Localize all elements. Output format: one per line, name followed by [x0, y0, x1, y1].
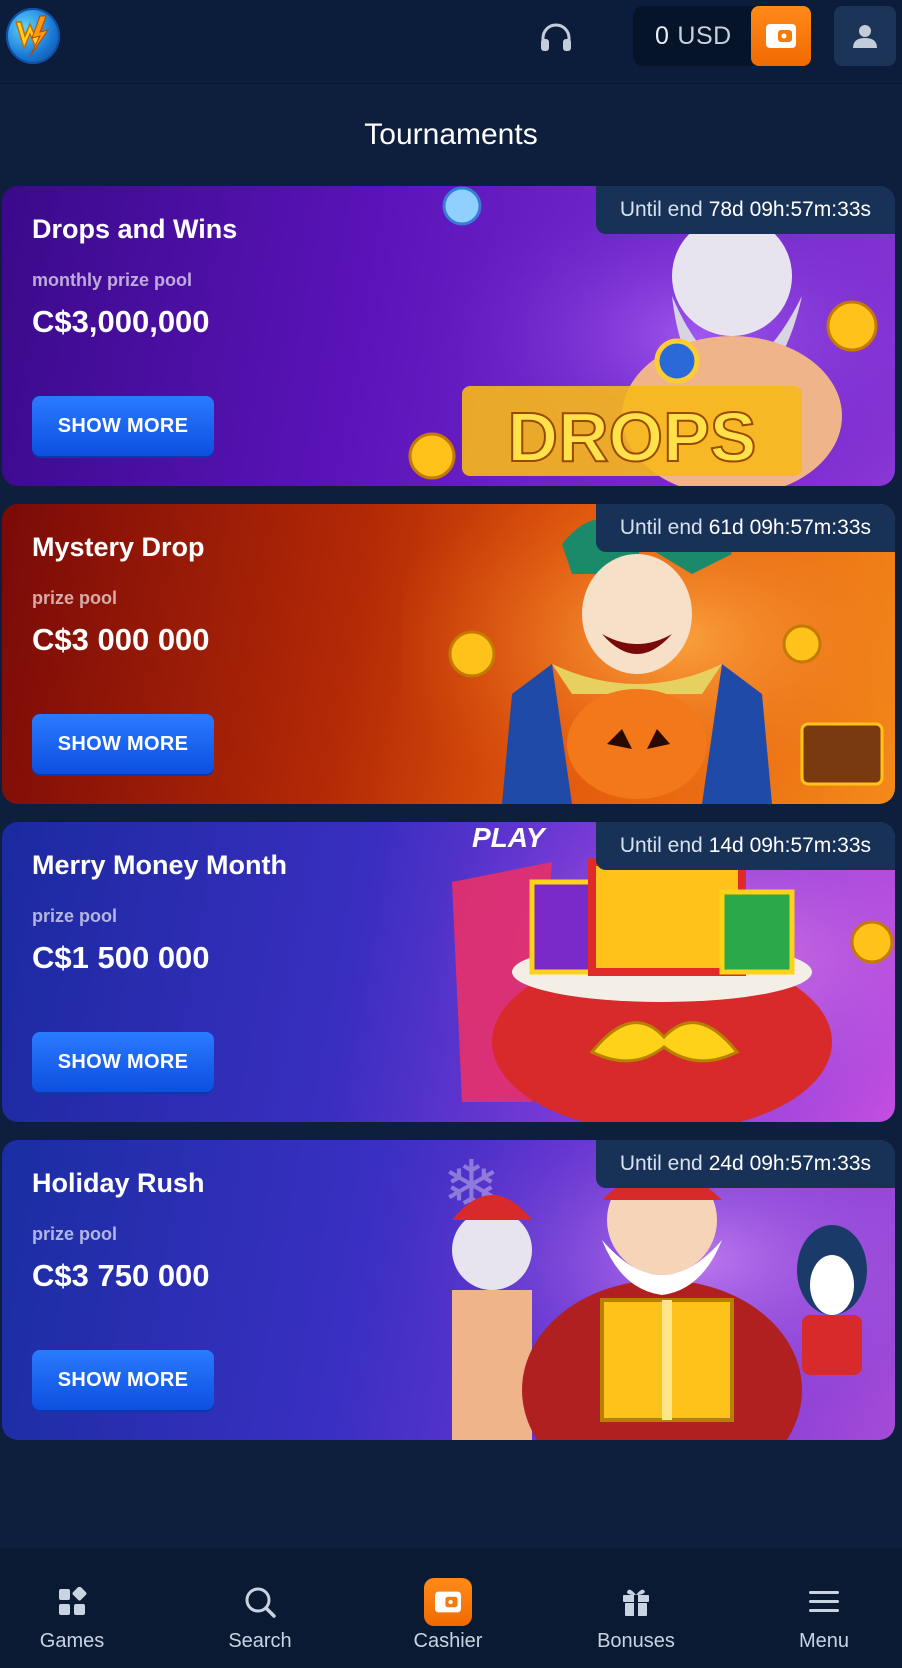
tournament-card-holiday-rush[interactable]: ❄ Holiday Rush prize pool C$3 750 000 SH…	[2, 1140, 895, 1440]
countdown-time: 24d 09h:57m:33s	[708, 1152, 871, 1175]
prize-pool-label: prize pool	[32, 906, 117, 926]
top-header: 0 USD	[0, 0, 902, 84]
countdown-label: Until end	[619, 834, 703, 857]
svg-text:PLAY: PLAY	[472, 822, 547, 853]
nav-cashier[interactable]: Cashier	[358, 1548, 538, 1668]
page-title: Tournaments	[364, 118, 538, 151]
nav-menu[interactable]: Menu	[734, 1548, 902, 1668]
user-icon	[853, 25, 877, 48]
prize-amount: C$1 500 000	[32, 940, 210, 975]
prize-amount: C$3 750 000	[32, 1258, 210, 1293]
wallet-icon	[766, 24, 796, 48]
countdown-badge: Until end 14d 09h:57m:33s	[595, 822, 895, 870]
balance-currency: USD	[677, 22, 732, 50]
countdown-badge: Until end 61d 09h:57m:33s	[595, 504, 895, 552]
prize-pool-label: prize pool	[32, 1224, 117, 1244]
show-more-button[interactable]: SHOW MORE	[32, 1350, 214, 1410]
hamburger-menu-icon	[800, 1578, 848, 1626]
nav-label: Search	[228, 1630, 292, 1652]
prize-amount: C$3,000,000	[32, 304, 210, 339]
nav-label: Cashier	[413, 1630, 483, 1652]
nav-label: Bonuses	[597, 1630, 675, 1652]
prize-amount: C$3 000 000	[32, 622, 210, 657]
nav-search[interactable]: Search	[170, 1548, 350, 1668]
balance-amount: 0	[655, 22, 670, 50]
brand-logo[interactable]	[6, 8, 60, 64]
wallet-icon	[424, 1578, 472, 1626]
bottom-navigation: Games Search Cashier Bonuses Menu	[0, 1548, 902, 1668]
tournament-card-mystery-drop[interactable]: Mystery Drop prize pool C$3 000 000 SHOW…	[2, 504, 895, 804]
nav-games[interactable]: Games	[0, 1548, 162, 1668]
games-grid-icon	[48, 1578, 96, 1626]
tournament-card-merry-money-month[interactable]: PLAY Merry Money Month prize pool C$1 50…	[2, 822, 895, 1122]
countdown-label: Until end	[619, 198, 703, 221]
countdown-badge: Until end 78d 09h:57m:33s	[595, 186, 895, 234]
deposit-wallet-button[interactable]	[751, 6, 811, 66]
prize-pool-label: monthly prize pool	[32, 270, 192, 290]
support-headset-icon[interactable]	[536, 18, 576, 58]
countdown-time: 61d 09h:57m:33s	[708, 516, 871, 539]
gift-icon	[612, 1578, 660, 1626]
balance-display[interactable]: 0 USD	[633, 6, 811, 66]
svg-text:DROPS: DROPS	[508, 398, 757, 476]
countdown-label: Until end	[619, 516, 703, 539]
user-profile-button[interactable]	[834, 6, 896, 66]
show-more-button[interactable]: SHOW MORE	[32, 396, 214, 456]
countdown-time: 78d 09h:57m:33s	[708, 198, 871, 221]
show-more-button[interactable]: SHOW MORE	[32, 714, 214, 774]
nav-label: Games	[39, 1630, 105, 1652]
search-icon	[236, 1578, 284, 1626]
countdown-time: 14d 09h:57m:33s	[708, 834, 871, 857]
nav-bonuses[interactable]: Bonuses	[546, 1548, 726, 1668]
tournament-title: Drops and Wins	[32, 214, 238, 244]
countdown-label: Until end	[619, 1152, 703, 1175]
tournament-card-drops-and-wins[interactable]: DROPS Drops and Wins monthly prize pool …	[2, 186, 895, 486]
lightning-w-icon	[14, 15, 50, 57]
prize-pool-label: prize pool	[32, 588, 117, 608]
tournament-title: Mystery Drop	[32, 532, 205, 562]
tournament-title: Merry Money Month	[32, 850, 288, 880]
show-more-button[interactable]: SHOW MORE	[32, 1032, 214, 1092]
countdown-badge: Until end 24d 09h:57m:33s	[595, 1140, 895, 1188]
nav-label: Menu	[798, 1630, 850, 1652]
tournament-title: Holiday Rush	[32, 1168, 205, 1198]
